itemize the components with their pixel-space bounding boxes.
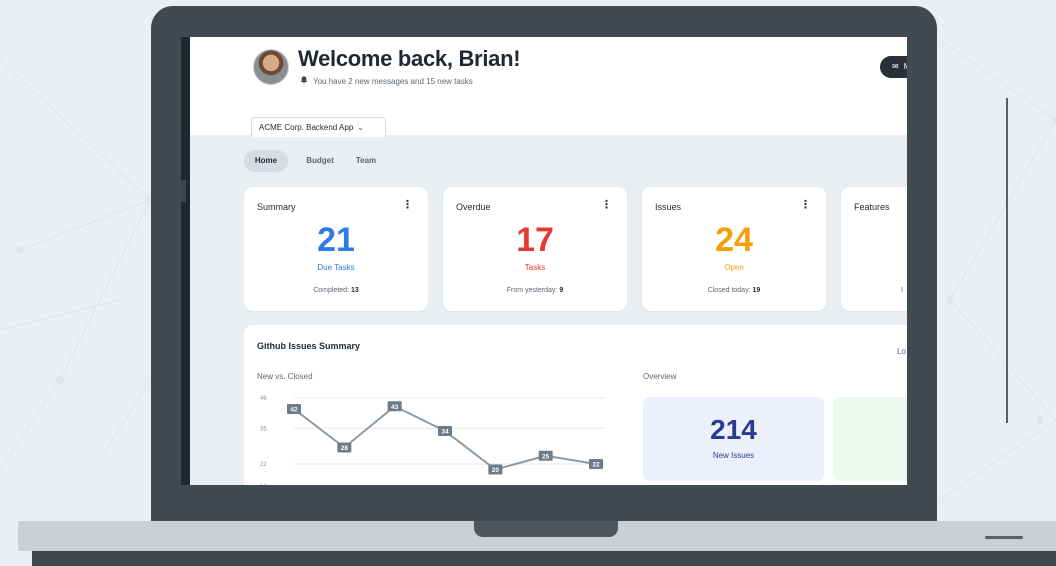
card-title: Issues (655, 202, 682, 212)
sidebar-handle[interactable] (181, 180, 186, 202)
card-footer-value: 13 (350, 287, 359, 294)
card-footer: I (901, 287, 903, 294)
y-tick-label: 35 (260, 426, 267, 432)
new-issues-value: 214 (710, 414, 757, 445)
new-vs-closed-chart: 46 35 22 14 42 28 43 34 20 25 22 (260, 396, 604, 485)
panel-title: Github Issues Summary (257, 341, 361, 351)
laptop-screen: Welcome back, Brian! You have 2 new mess… (181, 37, 907, 485)
project-selector[interactable]: ACME Corp. Backend App ⌄ (251, 117, 386, 137)
mail-icon: ✉ (892, 62, 899, 71)
messages-button-label: M (904, 62, 907, 71)
tab-budget-label: Budget (306, 156, 334, 165)
card-title: Summary (257, 202, 296, 212)
more-vertical-icon[interactable]: ⋮ (402, 199, 413, 211)
data-point[interactable]: 34 (438, 426, 452, 436)
page-title: Welcome back, Brian! (298, 46, 521, 71)
data-point[interactable]: 28 (337, 442, 352, 453)
github-issues-panel: Github Issues Summary Lo New vs. Closed … (244, 325, 907, 485)
y-tick-label: 46 (260, 396, 267, 402)
messages-button[interactable]: ✉M (880, 56, 907, 78)
chevron-down-icon: ⌄ (357, 123, 364, 132)
side-divider (1006, 98, 1008, 423)
project-name: ACME Corp. Backend App (259, 123, 354, 132)
data-label: 34 (441, 429, 449, 436)
card-label: Tasks (524, 263, 546, 272)
avatar[interactable] (253, 49, 289, 85)
card-footer-value: 19 (752, 287, 761, 294)
data-point[interactable]: 22 (589, 459, 603, 469)
data-label: 20 (492, 467, 500, 474)
notification-summary: You have 2 new messages and 15 new tasks (313, 77, 473, 86)
dashboard-header: Welcome back, Brian! You have 2 new mess… (190, 37, 907, 137)
laptop-opening-notch (474, 521, 618, 537)
tab-team-label: Team (355, 156, 377, 165)
y-tick-label: 22 (260, 462, 267, 468)
data-label: 43 (391, 404, 399, 411)
tab-home-label: Home (254, 156, 278, 165)
laptop-led (985, 536, 1023, 539)
card-footer-value: 9 (559, 287, 564, 294)
data-point[interactable]: 42 (287, 404, 301, 414)
new-issues-tile[interactable]: 214 New Issues (643, 397, 824, 481)
data-label: 42 (290, 407, 298, 414)
card-title: Overdue (456, 202, 491, 212)
card-label: Open (724, 263, 744, 272)
tab-home[interactable]: Home (244, 150, 288, 172)
data-label: 28 (341, 445, 349, 452)
bell-icon (300, 76, 308, 86)
more-vertical-icon[interactable]: ⋮ (601, 199, 612, 211)
laptop-base-edge (32, 551, 1056, 566)
card-footer: From yesterday: 9 (443, 287, 627, 294)
card-title: Features (854, 202, 890, 212)
app-left-strip (181, 37, 190, 485)
new-issues-label: New Issues (712, 451, 755, 460)
data-point[interactable]: 20 (488, 464, 503, 475)
chart-subtitle: New vs. Closed (257, 372, 313, 381)
card-footer-label: From yesterday: (506, 287, 558, 294)
data-point[interactable]: 25 (538, 450, 553, 461)
tab-team[interactable]: Team (350, 150, 382, 172)
panel-period-selector[interactable]: Lo (897, 347, 906, 356)
card-footer-label: Closed today: (707, 287, 751, 294)
card-footer: Completed: 13 (244, 287, 428, 294)
more-vertical-icon[interactable]: ⋮ (800, 199, 811, 211)
features-card: Features I (841, 187, 907, 311)
card-footer: Closed today: 19 (642, 287, 826, 294)
overview-subtitle: Overview (643, 372, 677, 381)
card-footer-label: Completed: (313, 287, 350, 294)
issues-card: Issues ⋮ 24 Open Closed today: 19 (642, 187, 826, 311)
dashboard-content: Home Budget Team Summary ⋮ 21 Due Tasks … (190, 135, 907, 485)
data-label: 22 (592, 462, 600, 469)
tab-budget[interactable]: Budget (300, 150, 340, 172)
overdue-card: Overdue ⋮ 17 Tasks From yesterday: 9 (443, 187, 627, 311)
card-value: 21 (317, 221, 355, 259)
y-tick-label: 14 (260, 484, 267, 485)
card-value: 24 (715, 221, 753, 259)
data-label: 25 (542, 453, 550, 460)
summary-card: Summary ⋮ 21 Due Tasks Completed: 13 (244, 187, 428, 311)
card-label: Due Tasks (317, 263, 355, 272)
data-point[interactable]: 43 (387, 401, 402, 412)
closed-issues-tile[interactable] (833, 397, 907, 481)
card-value: 17 (516, 221, 554, 259)
